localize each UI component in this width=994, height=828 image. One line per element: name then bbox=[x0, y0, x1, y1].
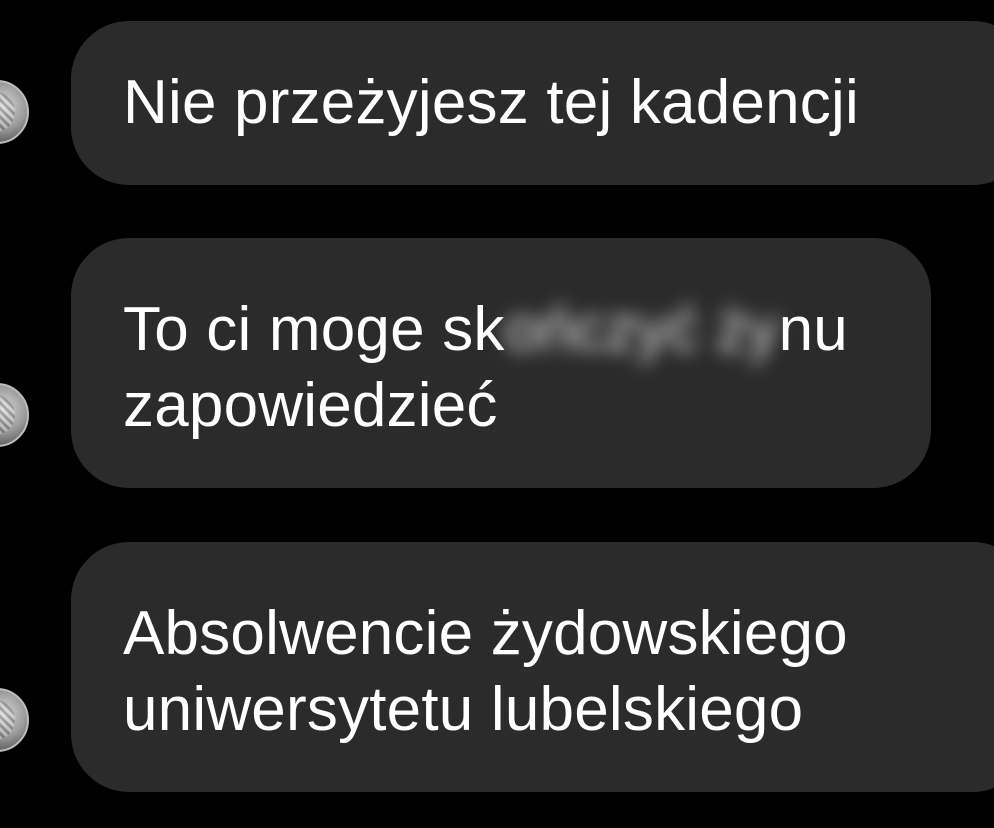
message-text-line: To ci moge skończyć żynu bbox=[123, 292, 931, 368]
message-bubble[interactable]: Nie przeżyjesz tej kadencji bbox=[71, 21, 994, 185]
message-bubble[interactable]: To ci moge skończyć żynu zapowiedzieć bbox=[71, 238, 931, 488]
message-text: uniwersytetu lubelskiego bbox=[123, 675, 804, 744]
message-text: zapowiedzieć bbox=[123, 371, 498, 440]
message-text: To ci moge sk bbox=[123, 295, 505, 364]
message-text: nu bbox=[778, 295, 848, 364]
message-text: Absolwencie żydowskiego bbox=[123, 599, 848, 668]
sender-avatar[interactable] bbox=[0, 80, 29, 144]
redacted-text: ończyć ży bbox=[504, 295, 779, 364]
sender-avatar[interactable] bbox=[0, 688, 29, 752]
message-bubble[interactable]: Absolwencie żydowskiego uniwersytetu lub… bbox=[71, 542, 994, 792]
sender-avatar[interactable] bbox=[0, 383, 29, 447]
message-text: Nie przeżyjesz tej kadencji bbox=[123, 68, 859, 137]
